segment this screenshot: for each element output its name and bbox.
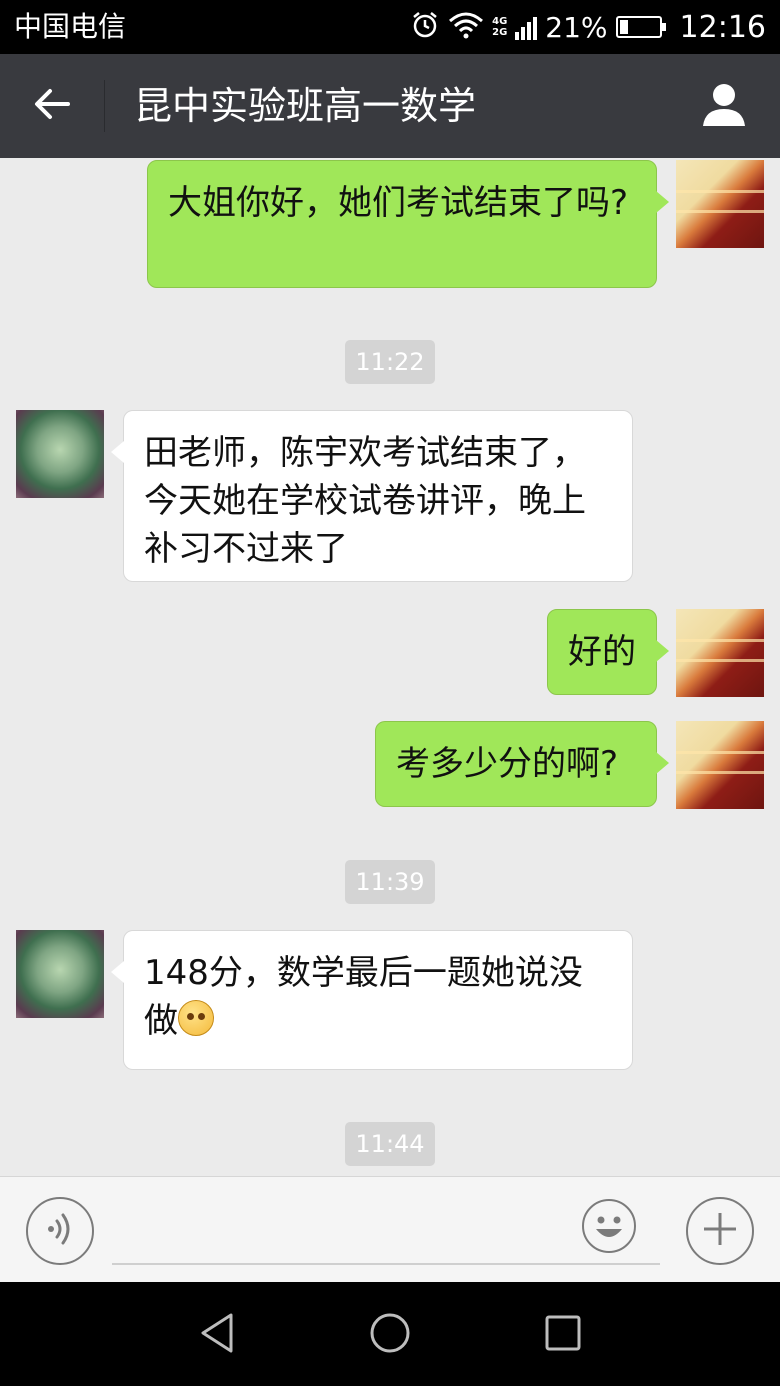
timestamp: 11:22: [345, 340, 435, 384]
my-avatar[interactable]: [676, 609, 764, 697]
clock: 12:16: [679, 9, 766, 45]
message-text: 考多少分的啊?: [396, 744, 619, 784]
message-text: 大姐你好，她们考试结束了吗?: [168, 183, 629, 223]
title-bar: 昆中实验班高一数学: [0, 54, 780, 158]
recents-square-icon: [543, 1313, 583, 1357]
message-bubble-received[interactable]: 148分，数学最后一题她说没做: [111, 930, 633, 1070]
battery-fill: [619, 20, 628, 34]
nav-home-button[interactable]: [365, 1310, 415, 1360]
network-type: 4G 2G: [492, 16, 507, 38]
chat-title: 昆中实验班高一数学: [134, 84, 477, 128]
my-avatar[interactable]: [676, 721, 764, 809]
navigation-bar: [0, 1282, 780, 1386]
wifi-icon: [448, 11, 484, 43]
embarrassed-emoji-icon: [178, 1000, 214, 1036]
message-text: 田老师，陈宇欢考试结束了，今天她在学校试卷讲评，晚上补习不过来了: [144, 433, 586, 569]
chat-info-button[interactable]: [692, 76, 756, 136]
carrier-name: 中国电信: [14, 10, 127, 43]
status-icons: 4G 2G 21% 12:16: [410, 8, 766, 46]
battery-percent: 21%: [545, 10, 608, 44]
person-icon: [701, 82, 747, 130]
network-2g-label: 2G: [492, 27, 508, 38]
nav-back-button[interactable]: [192, 1310, 242, 1360]
alarm-icon: [410, 10, 440, 44]
signal-icon: [515, 14, 538, 40]
message-bubble-sent[interactable]: 考多少分的啊?: [375, 721, 669, 807]
my-avatar[interactable]: [676, 160, 764, 248]
emoji-button[interactable]: [582, 1199, 636, 1253]
voice-button[interactable]: [26, 1197, 94, 1265]
timestamp: 11:44: [345, 1122, 435, 1166]
arrow-left-icon: [32, 86, 72, 126]
chat-area[interactable]: 大姐你好，她们考试结束了吗? 11:22 田老师，陈宇欢考试结束了，今天她在学校…: [0, 158, 780, 1176]
status-bar: 中国电信 4G 2G 21% 12:16: [0, 0, 780, 54]
home-circle-icon: [368, 1311, 412, 1359]
plus-icon: [700, 1209, 740, 1253]
contact-avatar[interactable]: [16, 930, 104, 1018]
contact-avatar[interactable]: [16, 410, 104, 498]
message-bubble-received[interactable]: 田老师，陈宇欢考试结束了，今天她在学校试卷讲评，晚上补习不过来了: [111, 410, 633, 582]
battery-icon: [615, 16, 666, 38]
message-bubble-sent[interactable]: 好的: [547, 609, 669, 695]
message-input[interactable]: [112, 1197, 660, 1265]
back-button[interactable]: [20, 76, 84, 136]
more-button[interactable]: [686, 1197, 754, 1265]
input-bar: [0, 1176, 780, 1282]
network-4g-label: 4G: [492, 16, 508, 27]
message-bubble-sent[interactable]: 大姐你好，她们考试结束了吗?: [147, 160, 669, 288]
nav-recents-button[interactable]: [538, 1310, 588, 1360]
back-triangle-icon: [197, 1311, 237, 1359]
message-text: 好的: [568, 632, 636, 672]
voice-icon: [43, 1209, 77, 1253]
smiley-icon: [584, 1216, 634, 1255]
timestamp: 11:39: [345, 860, 435, 904]
title-divider: [104, 80, 105, 132]
